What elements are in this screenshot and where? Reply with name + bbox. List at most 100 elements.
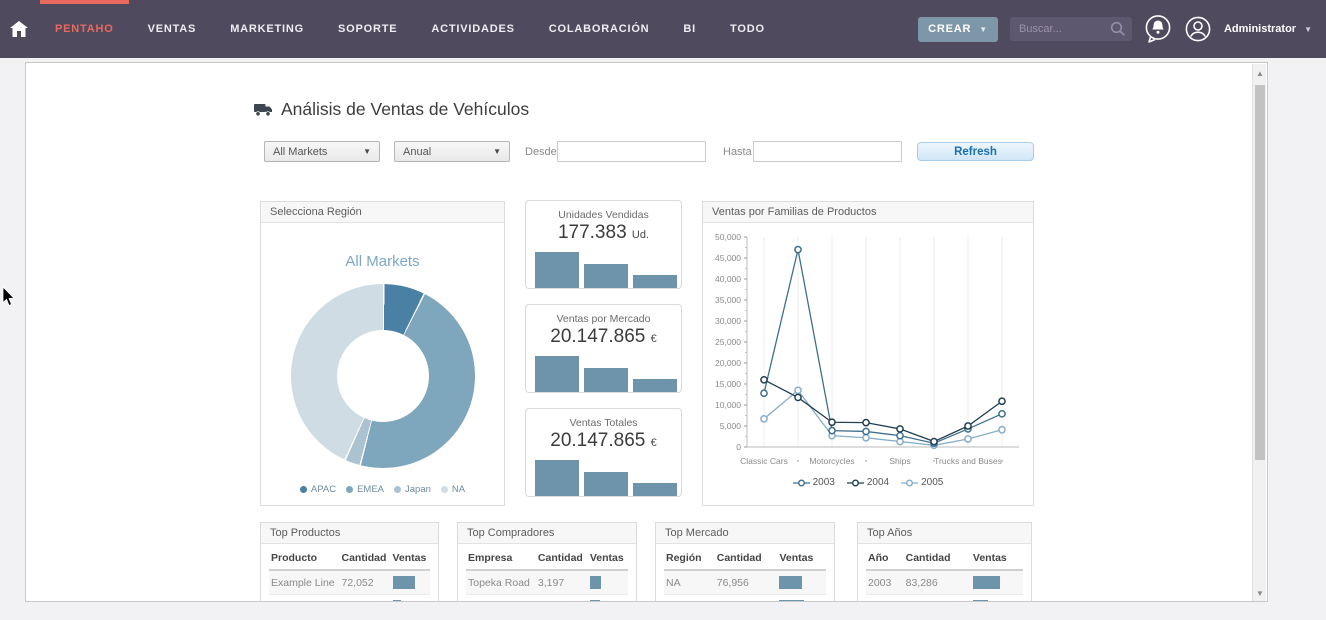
top-productos-panel: Top Productos ProductoCantidadVentasExam… bbox=[260, 522, 439, 602]
kpi-sparkline bbox=[535, 356, 677, 392]
crear-button[interactable]: CREAR ▼ bbox=[918, 17, 998, 42]
kpi-title: Unidades Vendidas bbox=[526, 209, 681, 221]
crear-label: CREAR bbox=[928, 23, 971, 35]
chevron-down-icon: ▼ bbox=[493, 147, 501, 156]
kpi-bar bbox=[633, 275, 677, 288]
kpi-sparkline bbox=[535, 460, 677, 496]
table-row[interactable]: Dakota Cars1,569 bbox=[466, 595, 628, 603]
period-select[interactable]: Anual ▼ bbox=[394, 141, 510, 162]
scroll-down-arrow[interactable]: ▼ bbox=[1253, 586, 1267, 600]
legend-item-2004[interactable]: 2004 bbox=[847, 477, 889, 488]
table-panel-header: Top Compradores bbox=[458, 523, 636, 544]
column-header: Ventas bbox=[971, 546, 1023, 570]
kpi-bar bbox=[535, 252, 579, 288]
kpi-card-ventas-mercado: Ventas por Mercado 20.147.865 € bbox=[525, 304, 682, 393]
legend-item-na[interactable]: NA bbox=[441, 484, 465, 495]
chevron-down-icon: ▼ bbox=[979, 25, 988, 34]
top-mercado-panel: Top Mercado RegiónCantidadVentasNA76,956… bbox=[655, 522, 835, 602]
svg-text:Classic Cars: Classic Cars bbox=[740, 456, 788, 466]
column-header: Ventas bbox=[391, 546, 431, 570]
nav-item-actividades[interactable]: ACTIVIDADES bbox=[414, 0, 531, 58]
table-row[interactable]: NA76,956 bbox=[664, 570, 826, 595]
user-menu[interactable]: Administrator ▼ bbox=[1224, 23, 1312, 35]
donut-title: All Markets bbox=[261, 253, 504, 270]
svg-text:30,000: 30,000 bbox=[715, 316, 741, 326]
ventas-bar bbox=[590, 600, 600, 602]
svg-text:0: 0 bbox=[736, 442, 741, 452]
user-name: Administrator bbox=[1224, 23, 1296, 35]
table-row[interactable]: 200461,141 bbox=[866, 595, 1023, 603]
legend-dot bbox=[346, 486, 353, 493]
kpi-bar bbox=[584, 472, 628, 496]
svg-text:35,000: 35,000 bbox=[715, 295, 741, 305]
column-header: Año bbox=[866, 546, 904, 570]
legend-marker bbox=[793, 479, 810, 487]
legend-item-2005[interactable]: 2005 bbox=[901, 477, 943, 488]
svg-text:Motorcycles: Motorcycles bbox=[809, 456, 854, 466]
table-row[interactable]: Example Line72,052 bbox=[269, 570, 430, 595]
table-row[interactable]: Topeka Road3,197 bbox=[466, 570, 628, 595]
table-row[interactable]: Classic Cars35,552 bbox=[269, 595, 430, 603]
svg-text:25,000: 25,000 bbox=[715, 337, 741, 347]
desde-input[interactable] bbox=[557, 141, 706, 162]
refresh-button[interactable]: Refresh bbox=[917, 142, 1034, 161]
page-title: Análisis de Ventas de Vehículos bbox=[281, 99, 529, 120]
nav-item-todo[interactable]: TODO bbox=[713, 0, 782, 58]
table-cell: EMEA bbox=[664, 595, 715, 603]
legend-item-japan[interactable]: Japan bbox=[394, 484, 431, 495]
region-donut-chart[interactable] bbox=[291, 284, 475, 468]
kpi-bar bbox=[535, 460, 579, 496]
svg-text:20,000: 20,000 bbox=[715, 358, 741, 368]
table-cell-bar bbox=[777, 595, 826, 603]
vertical-scrollbar[interactable]: ▲ ▼ bbox=[1252, 64, 1266, 602]
ventas-bar bbox=[393, 600, 401, 602]
scroll-up-arrow[interactable]: ▲ bbox=[1253, 66, 1267, 80]
nav-item-marketing[interactable]: MARKETING bbox=[213, 0, 321, 58]
kpi-unit: € bbox=[651, 437, 657, 449]
market-select[interactable]: All Markets ▼ bbox=[264, 141, 380, 162]
mouse-cursor bbox=[2, 287, 15, 307]
kpi-bar bbox=[584, 264, 628, 288]
nav-item-bi[interactable]: BI bbox=[666, 0, 713, 58]
nav-item-pentaho[interactable]: PENTAHO bbox=[38, 0, 131, 58]
home-button[interactable] bbox=[0, 21, 38, 37]
column-header: Cantidad bbox=[536, 546, 588, 570]
table-cell-bar bbox=[391, 595, 431, 603]
top-navbar: PENTAHOVENTASMARKETINGSOPORTEACTIVIDADES… bbox=[0, 0, 1326, 58]
table-cell: Example Line bbox=[269, 570, 340, 595]
nav-item-colaboración[interactable]: COLABORACIÓN bbox=[532, 0, 667, 58]
kpi-value: 20.147.865 bbox=[550, 430, 645, 451]
kpi-bar bbox=[633, 483, 677, 496]
search-icon[interactable] bbox=[1110, 21, 1126, 37]
table-cell: 2004 bbox=[866, 595, 904, 603]
table-cell: Classic Cars bbox=[269, 595, 340, 603]
legend-dot bbox=[394, 486, 401, 493]
legend-item-emea[interactable]: EMEA bbox=[346, 484, 384, 495]
table-row[interactable]: EMEA82,626 bbox=[664, 595, 826, 603]
table-row[interactable]: 200383,286 bbox=[866, 570, 1023, 595]
ventas-bar bbox=[973, 600, 988, 602]
table-cell: 3,197 bbox=[536, 570, 588, 595]
scrollbar-thumb[interactable] bbox=[1255, 85, 1265, 460]
kpi-value: 177.383 bbox=[558, 222, 627, 243]
profile-button[interactable] bbox=[1184, 15, 1212, 43]
legend-item-2003[interactable]: 2003 bbox=[793, 477, 835, 488]
region-panel: Selecciona Región All Markets APACEMEAJa… bbox=[260, 201, 505, 506]
table-cell: 35,552 bbox=[340, 595, 391, 603]
table-cell-bar bbox=[588, 570, 628, 595]
line-chart-legend[interactable]: 2003 2004 2005 bbox=[703, 477, 1033, 488]
svg-text:15,000: 15,000 bbox=[715, 379, 741, 389]
nav-item-soporte[interactable]: SOPORTE bbox=[321, 0, 414, 58]
hasta-input[interactable] bbox=[753, 141, 902, 162]
table-cell-bar bbox=[971, 595, 1023, 603]
legend-item-apac[interactable]: APAC bbox=[300, 484, 336, 495]
table-cell: 83,286 bbox=[904, 570, 971, 595]
product-families-panel: Ventas por Familias de Productos 05,0001… bbox=[702, 201, 1034, 506]
kpi-bar bbox=[535, 356, 579, 392]
nav-item-ventas[interactable]: VENTAS bbox=[131, 0, 214, 58]
desde-label: Desde bbox=[525, 146, 557, 158]
table-cell-bar bbox=[971, 570, 1023, 595]
notifications-button[interactable] bbox=[1144, 14, 1172, 44]
svg-text:5,000: 5,000 bbox=[720, 421, 742, 431]
main-menu: PENTAHOVENTASMARKETINGSOPORTEACTIVIDADES… bbox=[38, 0, 782, 58]
